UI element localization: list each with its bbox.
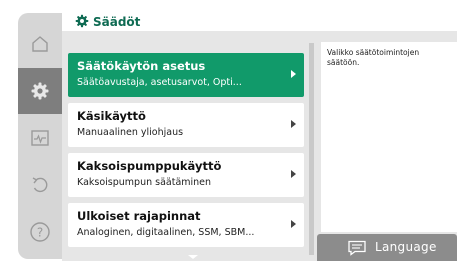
menu-item-dual-pump[interactable]: Kaksoispumppukäyttö Kaksoispumpun säätäm… <box>68 153 304 197</box>
menu-item-external-interfaces[interactable]: Ulkoiset rajapinnat Analoginen, digitaal… <box>68 203 304 247</box>
help-panel: Valikko säätötoimintojen säätöön. <box>321 42 457 232</box>
rail-home-button[interactable] <box>18 21 62 67</box>
menu-item-title: Kaksoispumppukäyttö <box>77 159 222 173</box>
chevron-right-icon <box>291 120 296 128</box>
icon-rail: ? <box>18 13 62 259</box>
gear-icon <box>75 13 89 32</box>
language-button[interactable]: Language <box>317 234 457 261</box>
menu-item-manual-mode[interactable]: Käsikäyttö Manuaalinen yliohjaus <box>68 103 304 147</box>
menu-item-title: Käsikäyttö <box>77 109 146 123</box>
chevron-right-icon <box>291 220 296 228</box>
language-label: Language <box>375 240 437 254</box>
menu-item-subtitle: Kaksoispumpun säätäminen <box>77 177 212 188</box>
menu-item-subtitle: Analoginen, digitaalinen, SSM, SBM... <box>77 227 255 238</box>
scrollbar[interactable] <box>309 43 314 255</box>
menu-item-control-settings[interactable]: Säätökäytön asetus Säätöavustaja, asetus… <box>68 53 304 97</box>
help-icon: ? <box>29 221 51 243</box>
help-text: Valikko säätötoimintojen säätöön. <box>327 48 420 67</box>
home-icon <box>30 34 50 54</box>
menu-item-subtitle: Säätöavustaja, asetusarvot, Opti... <box>77 77 242 88</box>
page-title: Säädöt <box>93 15 141 29</box>
gear-icon <box>30 81 50 101</box>
menu-item-title: Säätökäytön asetus <box>77 59 206 73</box>
message-icon <box>347 240 367 260</box>
rail-help-button[interactable]: ? <box>18 209 62 255</box>
rail-restore-button[interactable] <box>18 162 62 208</box>
screen: ? Säädöt Säätökäytön asetus Säätöavustaj… <box>0 0 457 261</box>
menu-item-title: Ulkoiset rajapinnat <box>77 209 201 223</box>
scroll-down-icon[interactable] <box>188 255 198 259</box>
monitor-pulse-icon <box>30 128 50 148</box>
rail-diagnostics-button[interactable] <box>18 115 62 161</box>
svg-text:?: ? <box>37 226 43 240</box>
chevron-right-icon <box>291 70 296 78</box>
rail-settings-button[interactable] <box>18 68 62 114</box>
menu-item-subtitle: Manuaalinen yliohjaus <box>77 127 184 138</box>
undo-icon <box>30 175 50 195</box>
chevron-right-icon <box>291 170 296 178</box>
